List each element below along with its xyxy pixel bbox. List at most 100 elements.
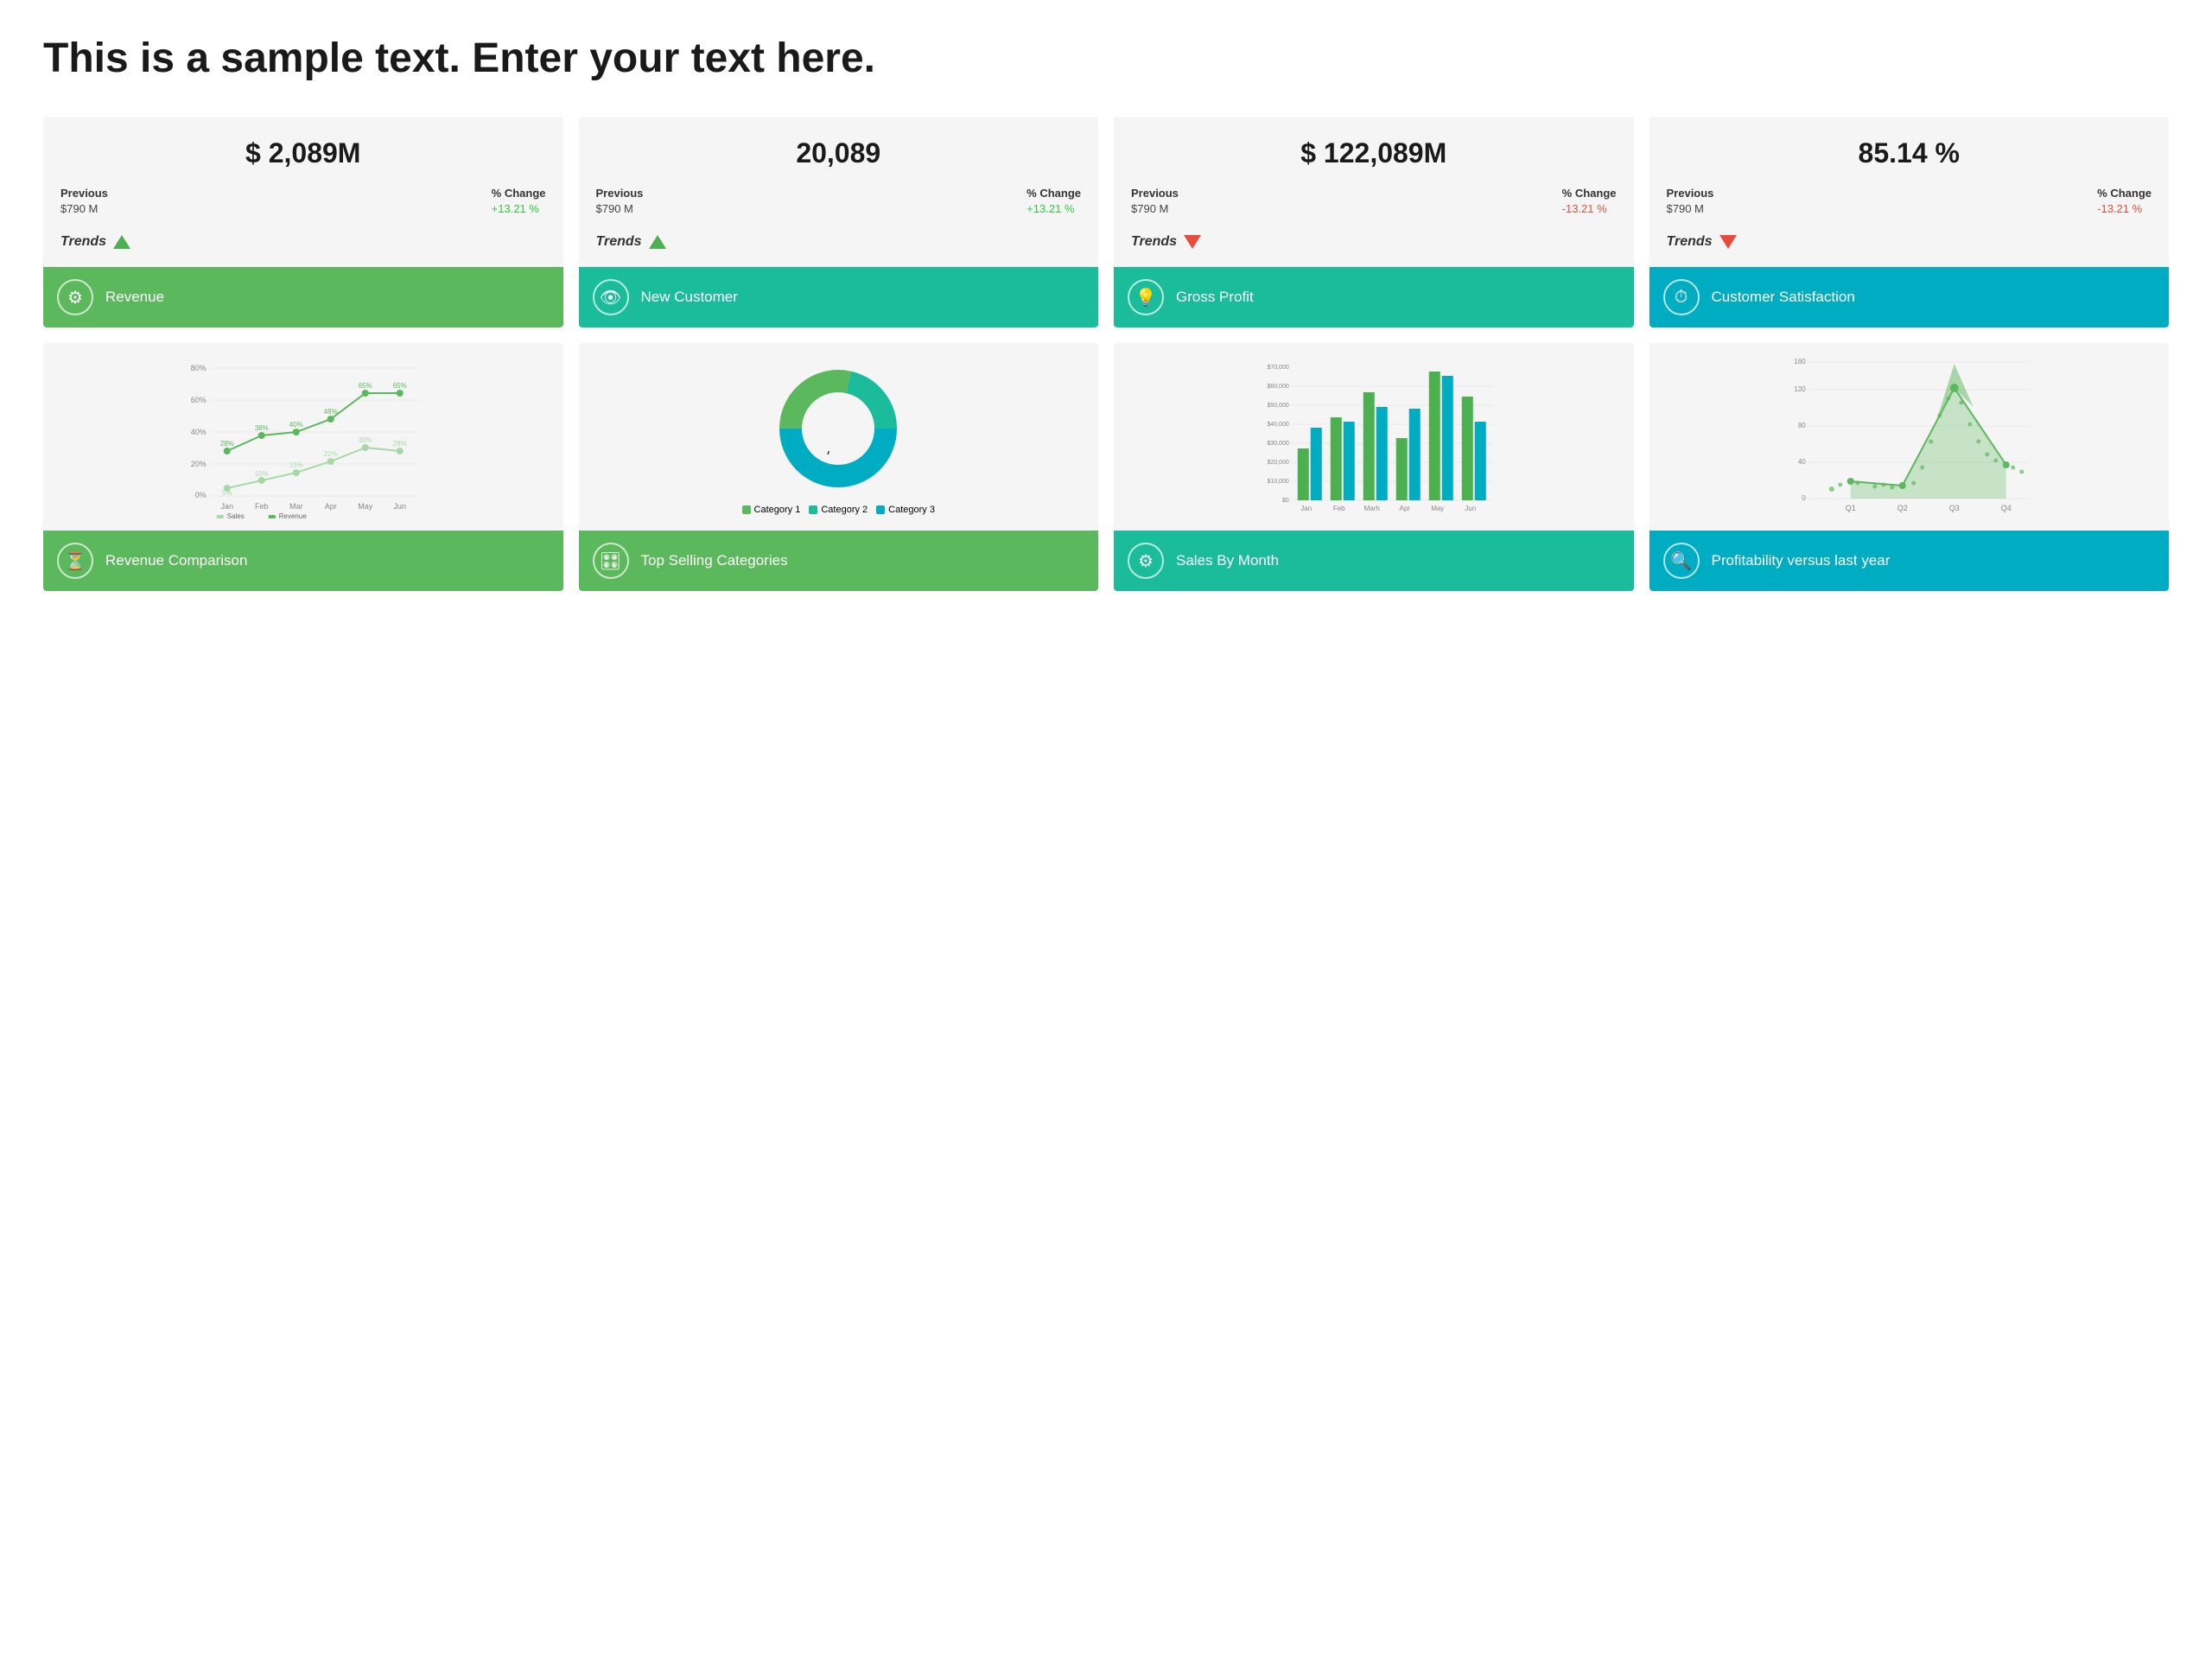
change-value-2: -13.21 %: [1562, 202, 1607, 215]
trend-up-icon-1: [649, 235, 666, 249]
svg-text:$70,000: $70,000: [1267, 365, 1288, 371]
previous-value-3: $790 M: [1667, 202, 1704, 215]
previous-label-1: Previous: [596, 187, 644, 200]
dashboard: $ 2,089M Previous $790 M % Change +13.21…: [43, 117, 2169, 591]
svg-text:Apr: Apr: [1400, 505, 1411, 512]
svg-text:80: 80: [1797, 422, 1805, 429]
kpi-card-revenue: $ 2,089M Previous $790 M % Change +13.21…: [43, 117, 563, 327]
chart-card-profitability: 0 40 80 120 160 Q1 Q2 Q3 Q4: [1649, 343, 2170, 591]
area-chart-area: 0 40 80 120 160 Q1 Q2 Q3 Q4: [1649, 343, 2170, 531]
donut-chart-area: 4 3 7 Category 1 Category 2: [579, 343, 1099, 531]
kpi-footer-label-revenue: Revenue: [105, 289, 164, 306]
kpi-footer-gross-profit: 💡 Gross Profit: [1114, 267, 1634, 327]
svg-text:65%: 65%: [359, 382, 372, 390]
chart-card-sales-by-month: $0 $10,000 $20,000 $30,000 $40,000 $50,0…: [1114, 343, 1634, 591]
chart-footer-revenue-comparison: ⏳ Revenue Comparison: [43, 531, 563, 591]
svg-text:80%: 80%: [191, 364, 207, 372]
legend-dot-cat1: [742, 505, 751, 514]
chart-footer-top-selling: 🎛 Top Selling Categories: [579, 531, 1099, 591]
change-label-0: % Change: [492, 187, 546, 200]
svg-text:Jun: Jun: [1465, 505, 1476, 512]
svg-text:Q4: Q4: [2000, 504, 2011, 512]
trends-label-1: Trends: [596, 234, 642, 250]
chart-card-top-selling: 4 3 7 Category 1 Category 2: [579, 343, 1099, 591]
trend-down-icon-3: [1719, 235, 1737, 249]
svg-text:Mar: Mar: [289, 502, 303, 511]
svg-text:May: May: [358, 502, 373, 511]
chart-card-revenue-comparison: 80% 60% 40% 20% 0%: [43, 343, 563, 591]
profitability-icon: 🔍: [1663, 543, 1700, 579]
svg-text:40: 40: [1797, 458, 1805, 466]
svg-text:60%: 60%: [191, 396, 207, 404]
change-value-3: -13.21 %: [2097, 202, 2142, 215]
svg-text:Q2: Q2: [1897, 504, 1907, 512]
svg-text:May: May: [1431, 505, 1444, 512]
svg-text:120: 120: [1794, 385, 1806, 393]
svg-text:Sales: Sales: [227, 512, 245, 519]
revenue-comparison-icon: ⏳: [57, 543, 93, 579]
svg-text:Marh: Marh: [1364, 505, 1380, 512]
previous-value-1: $790 M: [596, 202, 633, 215]
svg-text:Jun: Jun: [393, 502, 406, 511]
change-label-3: % Change: [2097, 187, 2152, 200]
svg-text:28%: 28%: [220, 440, 234, 448]
chart-footer-profitability: 🔍 Profitability versus last year: [1649, 531, 2170, 591]
trend-up-icon-0: [113, 235, 130, 249]
previous-value-2: $790 M: [1131, 202, 1168, 215]
svg-text:22%: 22%: [324, 450, 338, 458]
previous-label-0: Previous: [60, 187, 108, 200]
line-chart-area: 80% 60% 40% 20% 0%: [43, 343, 563, 531]
previous-label-3: Previous: [1667, 187, 1714, 200]
svg-text:$60,000: $60,000: [1267, 384, 1288, 390]
previous-label-2: Previous: [1131, 187, 1179, 200]
svg-text:5%: 5%: [222, 489, 232, 497]
svg-text:Apr: Apr: [325, 502, 337, 511]
svg-text:Jan: Jan: [220, 502, 233, 511]
svg-text:0%: 0%: [195, 491, 207, 499]
kpi-footer-label-gross-profit: Gross Profit: [1176, 289, 1254, 306]
svg-text:$20,000: $20,000: [1267, 460, 1288, 466]
previous-value-0: $790 M: [60, 202, 98, 215]
chart-footer-sales-by-month: ⚙ Sales By Month: [1114, 531, 1634, 591]
chart-footer-label-profitability: Profitability versus last year: [1712, 552, 1891, 569]
page-title: This is a sample text. Enter your text h…: [43, 35, 2169, 82]
svg-text:Revenue: Revenue: [279, 512, 308, 519]
svg-text:$30,000: $30,000: [1267, 441, 1288, 447]
legend-label-cat2: Category 2: [821, 505, 868, 515]
area-chart-svg: 0 40 80 120 160 Q1 Q2 Q3 Q4: [1660, 355, 2159, 519]
bar-chart-area: $0 $10,000 $20,000 $30,000 $40,000 $50,0…: [1114, 343, 1634, 531]
donut-legend: Category 1 Category 2 Category 3: [742, 505, 935, 515]
legend-cat1: Category 1: [742, 505, 801, 515]
svg-text:Q1: Q1: [1845, 504, 1855, 512]
legend-cat3: Category 3: [876, 505, 935, 515]
trends-label-3: Trends: [1667, 234, 1713, 250]
sales-by-month-icon: ⚙: [1128, 543, 1164, 579]
svg-text:30%: 30%: [359, 436, 372, 444]
kpi-footer-revenue: ⚙ Revenue: [43, 267, 563, 327]
svg-text:Jan: Jan: [1300, 505, 1312, 512]
chart-footer-label-top-selling: Top Selling Categories: [641, 552, 788, 569]
line-chart-svg: 80% 60% 40% 20% 0%: [54, 355, 553, 519]
svg-text:Feb: Feb: [1333, 505, 1345, 512]
kpi-main-value-customer-satisfaction: 85.14 %: [1667, 137, 2152, 169]
change-label-2: % Change: [1562, 187, 1617, 200]
svg-text:28%: 28%: [393, 440, 407, 448]
kpi-main-value-new-customer: 20,089: [596, 137, 1082, 169]
legend-cat2: Category 2: [809, 505, 868, 515]
donut-chart-svg: 4 3 7: [769, 359, 907, 498]
kpi-footer-label-customer-satisfaction: Customer Satisfaction: [1712, 289, 1855, 306]
svg-text:40%: 40%: [289, 421, 303, 429]
svg-text:160: 160: [1794, 358, 1806, 365]
svg-text:Feb: Feb: [255, 502, 269, 511]
kpi-footer-label-new-customer: New Customer: [641, 289, 738, 306]
new-customer-icon: 👁: [593, 279, 629, 315]
donut-wrap: 4 3 7 Category 1 Category 2: [589, 355, 1089, 519]
customer-satisfaction-icon: ⏱: [1663, 279, 1700, 315]
chart-footer-label-revenue-comparison: Revenue Comparison: [105, 552, 247, 569]
top-selling-icon: 🎛: [593, 543, 629, 579]
legend-dot-cat2: [809, 505, 817, 514]
svg-text:10%: 10%: [255, 470, 269, 478]
revenue-icon: ⚙: [57, 279, 93, 315]
svg-text:48%: 48%: [324, 408, 338, 416]
legend-label-cat3: Category 3: [888, 505, 935, 515]
